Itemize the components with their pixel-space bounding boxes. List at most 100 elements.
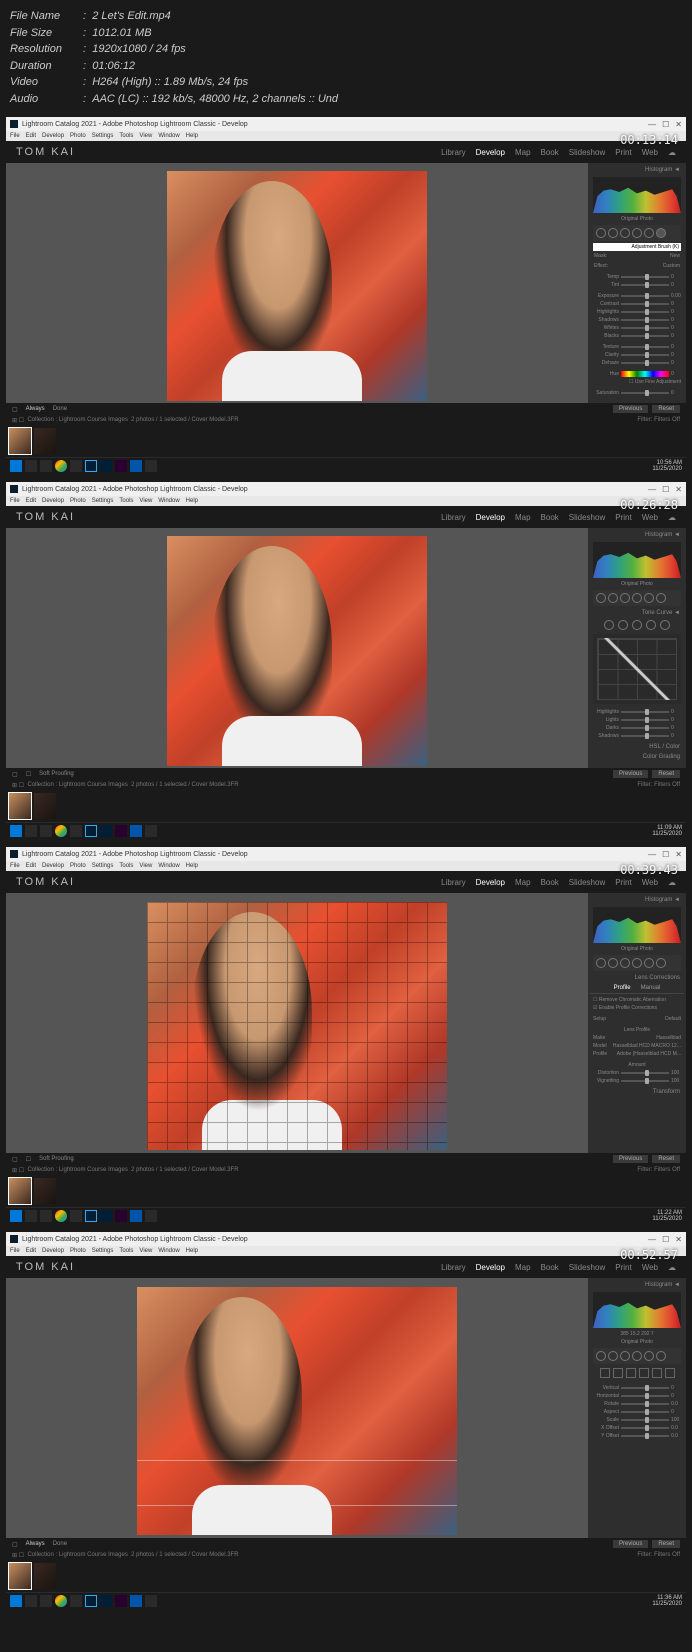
toolbar-always[interactable]: Always (26, 1541, 45, 1547)
module-print[interactable]: Print (615, 148, 631, 157)
close-icon[interactable]: ✕ (675, 120, 682, 129)
slider-horizontal[interactable] (621, 1395, 669, 1397)
close-icon[interactable]: ✕ (675, 1235, 682, 1244)
menu-settings[interactable]: Settings (92, 1248, 114, 1254)
filmstrip[interactable] (6, 790, 686, 822)
upright-guided-icon[interactable] (626, 1368, 636, 1378)
menu-file[interactable]: File (10, 863, 20, 869)
photo-preview[interactable] (167, 171, 427, 401)
module-slideshow[interactable]: Slideshow (569, 513, 605, 522)
module-map[interactable]: Map (515, 513, 531, 522)
slider-vertical[interactable] (621, 1387, 669, 1389)
filmstrip[interactable] (6, 1175, 686, 1207)
crop-tool-icon[interactable] (596, 1351, 606, 1361)
app2-icon[interactable] (145, 1595, 157, 1607)
crop-tool-icon[interactable] (596, 958, 606, 968)
histogram-header[interactable]: Histogram ◄ (590, 530, 684, 540)
menu-edit[interactable]: Edit (26, 863, 36, 869)
menu-develop[interactable]: Develop (42, 1248, 64, 1254)
image-canvas[interactable] (6, 1278, 588, 1538)
max-icon[interactable]: ☐ (662, 485, 669, 494)
premiere-icon[interactable] (115, 825, 127, 837)
search-icon[interactable] (25, 825, 37, 837)
lens-tab-manual[interactable]: Manual (641, 985, 661, 991)
menu-help[interactable]: Help (186, 133, 198, 139)
tone-curve-header[interactable]: Tone Curve ◄ (590, 608, 684, 618)
identity-plate[interactable]: TOM KAI (16, 1261, 75, 1273)
chrome-icon[interactable] (55, 460, 67, 472)
cloud-icon[interactable]: ☁ (668, 148, 676, 157)
softproof-check[interactable]: ☐ (26, 1156, 31, 1163)
menu-develop[interactable]: Develop (42, 133, 64, 139)
histogram-chart[interactable] (593, 1292, 681, 1328)
filmstrip[interactable] (6, 425, 686, 457)
system-clock[interactable]: 11:22 AM11/25/2020 (652, 1210, 682, 1222)
guide-line-2[interactable] (137, 1505, 457, 1506)
menu-window[interactable]: Window (158, 1248, 179, 1254)
redeye-tool-icon[interactable] (620, 958, 630, 968)
reset-button[interactable]: Reset (652, 1540, 680, 1548)
menu-view[interactable]: View (139, 863, 152, 869)
lightroom-icon[interactable] (85, 460, 97, 472)
menu-view[interactable]: View (139, 1248, 152, 1254)
effect-custom[interactable]: Custom (663, 263, 680, 269)
redeye-tool-icon[interactable] (620, 1351, 630, 1361)
menu-photo[interactable]: Photo (70, 498, 86, 504)
upright-vertical-icon[interactable] (652, 1368, 662, 1378)
collection-info[interactable]: Collection : Lightroom Course Images (27, 1552, 127, 1558)
filmstrip[interactable] (6, 1560, 686, 1592)
system-clock[interactable]: 11:36 AM11/25/2020 (652, 1595, 682, 1607)
explorer-icon[interactable] (70, 1210, 82, 1222)
make-dropdown[interactable]: Hasselblad (656, 1035, 681, 1041)
brush-tool-icon[interactable] (656, 958, 666, 968)
brush-tool-icon[interactable] (656, 593, 666, 603)
gradient-tool-icon[interactable] (632, 1351, 642, 1361)
model-dropdown[interactable]: Hasselblad HCD MACRO 12... (613, 1043, 681, 1049)
spot-tool-icon[interactable] (608, 958, 618, 968)
thumbnail-1[interactable] (9, 793, 31, 819)
taskview-icon[interactable] (40, 460, 52, 472)
spot-tool-icon[interactable] (608, 1351, 618, 1361)
menu-help[interactable]: Help (186, 863, 198, 869)
menu-settings[interactable]: Settings (92, 498, 114, 504)
module-slideshow[interactable]: Slideshow (569, 878, 605, 887)
slider-shadows[interactable] (621, 319, 669, 321)
close-icon[interactable]: ✕ (675, 850, 682, 859)
grid-icon[interactable]: ⊞ (12, 1167, 17, 1174)
menu-settings[interactable]: Settings (92, 863, 114, 869)
collection-info[interactable]: Collection : Lightroom Course Images (27, 1167, 127, 1173)
app-icon[interactable] (130, 1595, 142, 1607)
chrome-icon[interactable] (55, 825, 67, 837)
menu-settings[interactable]: Settings (92, 133, 114, 139)
previous-button[interactable]: Previous (613, 1540, 648, 1548)
system-clock[interactable]: 10:56 AM11/25/2020 (652, 460, 682, 472)
module-book[interactable]: Book (541, 1263, 559, 1272)
radial-tool-icon[interactable] (644, 1351, 654, 1361)
menu-develop[interactable]: Develop (42, 498, 64, 504)
photoshop-icon[interactable] (100, 825, 112, 837)
slider-saturation[interactable] (621, 392, 669, 394)
setup-dropdown[interactable]: Default (665, 1016, 681, 1022)
module-web[interactable]: Web (642, 878, 658, 887)
identity-plate[interactable]: TOM KAI (16, 146, 75, 158)
2nd-window-icon[interactable]: ☐ (19, 782, 24, 789)
slider-distortion[interactable] (621, 1072, 669, 1074)
curve-adjust-icon[interactable] (604, 620, 614, 630)
menu-file[interactable]: File (10, 498, 20, 504)
cloud-icon[interactable]: ☁ (668, 878, 676, 887)
module-map[interactable]: Map (515, 148, 531, 157)
app2-icon[interactable] (145, 825, 157, 837)
min-icon[interactable]: — (648, 850, 656, 859)
chrome-icon[interactable] (55, 1210, 67, 1222)
app2-icon[interactable] (145, 1210, 157, 1222)
module-library[interactable]: Library (441, 148, 465, 157)
histogram-chart[interactable] (593, 177, 681, 213)
menu-edit[interactable]: Edit (26, 133, 36, 139)
module-library[interactable]: Library (441, 513, 465, 522)
identity-plate[interactable]: TOM KAI (16, 511, 75, 523)
identity-plate[interactable]: TOM KAI (16, 876, 75, 888)
menu-photo[interactable]: Photo (70, 1248, 86, 1254)
mask-new[interactable]: New (670, 253, 680, 259)
gradient-tool-icon[interactable] (632, 958, 642, 968)
module-web[interactable]: Web (642, 1263, 658, 1272)
